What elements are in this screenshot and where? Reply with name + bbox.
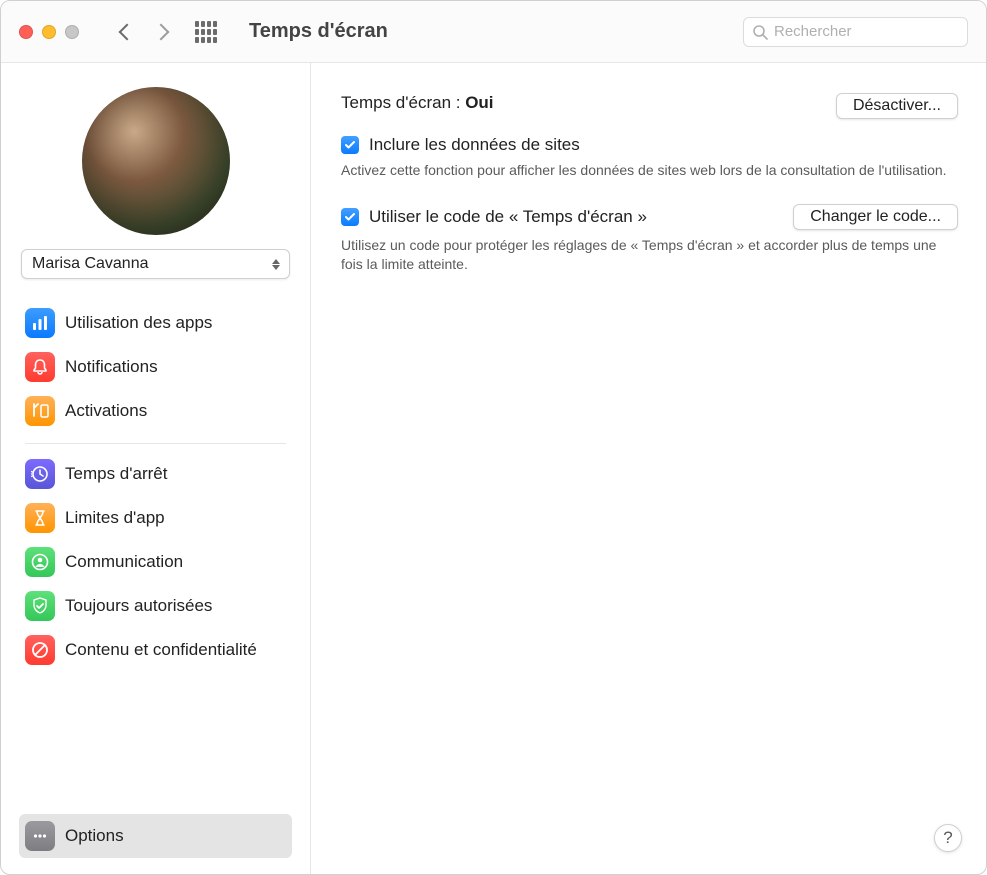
include-website-data-label: Inclure les données de sites (369, 135, 580, 155)
sidebar-item-always-allowed[interactable]: Toujours autorisées (19, 584, 292, 628)
nav-arrows (121, 26, 167, 38)
sidebar-item-label: Temps d'arrêt (65, 464, 167, 484)
sidebar-item-label: Communication (65, 552, 183, 572)
sidebar-item-label: Toujours autorisées (65, 596, 212, 616)
search-icon (752, 24, 768, 40)
user-picker[interactable]: Marisa Cavanna (21, 249, 290, 279)
clock-icon (25, 459, 55, 489)
screen-time-status: Temps d'écran : Oui (341, 93, 494, 113)
use-passcode-description: Utilisez un code pour protéger les régla… (341, 236, 958, 274)
close-window-button[interactable] (19, 25, 33, 39)
sidebar-item-options[interactable]: Options (19, 814, 292, 858)
include-website-data-setting: Inclure les données de sites Activez cet… (341, 135, 958, 180)
user-avatar (82, 87, 230, 235)
sidebar-item-communication[interactable]: Communication (19, 540, 292, 584)
sidebar-item-label: Notifications (65, 357, 158, 377)
sidebar-item-label: Contenu et confidentialité (65, 640, 257, 660)
forward-button (153, 23, 170, 40)
sidebar-item-label: Limites d'app (65, 508, 165, 528)
no-entry-icon (25, 635, 55, 665)
preferences-window: Temps d'écran Rechercher Marisa Cavanna (0, 0, 987, 875)
sidebar-item-pickups[interactable]: Activations (19, 389, 292, 433)
search-input[interactable]: Rechercher (743, 17, 968, 47)
user-picker-label: Marisa Cavanna (32, 255, 149, 273)
include-website-data-description: Activez cette fonction pour afficher les… (341, 161, 958, 180)
help-button[interactable]: ? (934, 824, 962, 852)
disable-button[interactable]: Désactiver... (836, 93, 958, 119)
hourglass-icon (25, 503, 55, 533)
passcode-setting: Utiliser le code de « Temps d'écran » Ch… (341, 204, 958, 274)
search-placeholder: Rechercher (774, 23, 852, 40)
include-website-data-checkbox[interactable] (341, 136, 359, 154)
minimize-window-button[interactable] (42, 25, 56, 39)
sidebar-item-app-usage[interactable]: Utilisation des apps (19, 301, 292, 345)
window-title: Temps d'écran (249, 20, 388, 43)
options-pane: Temps d'écran : Oui Désactiver... Inclur… (311, 63, 986, 874)
sidebar-item-label: Utilisation des apps (65, 313, 212, 333)
titlebar: Temps d'écran Rechercher (1, 1, 986, 63)
help-icon: ? (943, 828, 952, 848)
sidebar-item-label: Activations (65, 401, 147, 421)
show-all-prefs-button[interactable] (195, 21, 217, 43)
ellipsis-icon (25, 821, 55, 851)
zoom-window-button (65, 25, 79, 39)
sidebar-item-app-limits[interactable]: Limites d'app (19, 496, 292, 540)
sidebar-divider (25, 443, 286, 444)
sidebar-item-downtime[interactable]: Temps d'arrêt (19, 452, 292, 496)
dropdown-arrows-icon (267, 254, 285, 274)
window-controls (19, 25, 79, 39)
bell-icon (25, 352, 55, 382)
sidebar-item-label: Options (65, 826, 124, 846)
change-passcode-button[interactable]: Changer le code... (793, 204, 958, 230)
back-button[interactable] (119, 23, 136, 40)
check-shield-icon (25, 591, 55, 621)
bar-chart-icon (25, 308, 55, 338)
pickup-icon (25, 396, 55, 426)
person-circle-icon (25, 547, 55, 577)
sidebar: Marisa Cavanna Utilisation des apps Not (1, 63, 311, 874)
sidebar-item-notifications[interactable]: Notifications (19, 345, 292, 389)
use-passcode-label: Utiliser le code de « Temps d'écran » (369, 207, 647, 227)
sidebar-item-content-privacy[interactable]: Contenu et confidentialité (19, 628, 292, 672)
use-passcode-checkbox[interactable] (341, 208, 359, 226)
